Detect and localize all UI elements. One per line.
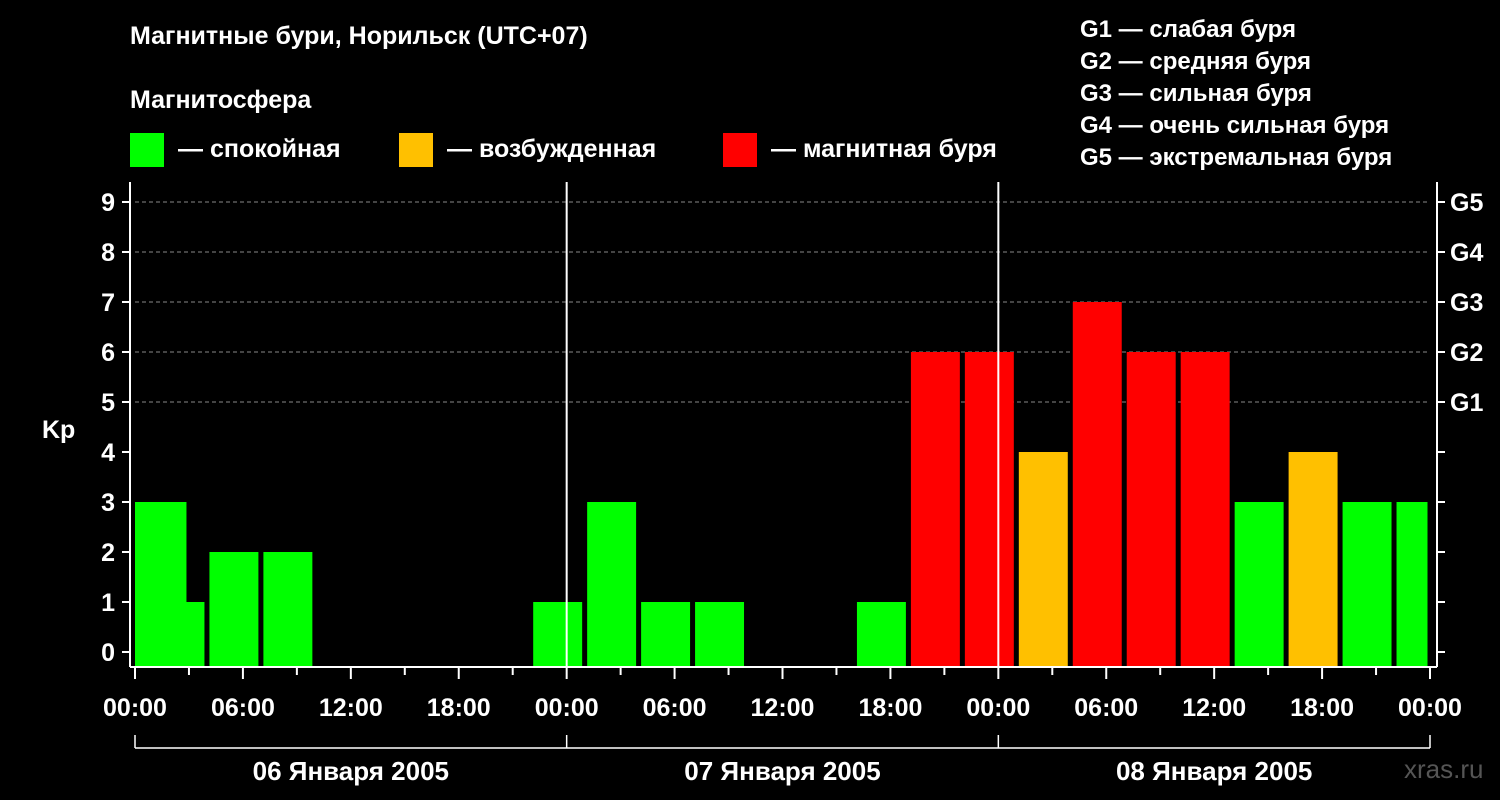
kp-bar	[1180, 352, 1230, 667]
y-tick-label: 4	[101, 439, 115, 467]
x-tick-label: 06:00	[1074, 694, 1138, 722]
watermark: xras.ru	[1404, 754, 1484, 784]
x-tick-label: 06:00	[643, 694, 707, 722]
right-axis-label: G1	[1450, 389, 1483, 417]
x-tick-label: 18:00	[427, 694, 491, 722]
kp-bar	[1018, 452, 1068, 667]
x-tick-label: 12:00	[319, 694, 383, 722]
kp-bar-chart: 0 1 2 3 4 5 6 7 8 9 G1 G2 G3 G4 G5 Kp 00:00 06:00 12:00 18:…	[42, 182, 1483, 786]
kp-bar	[587, 502, 637, 667]
day-label: 06 Января 2005	[253, 756, 449, 786]
right-axis-label: G2	[1450, 339, 1483, 367]
y-tick-label: 0	[101, 639, 115, 667]
day-label: 08 Января 2005	[1116, 756, 1312, 786]
kp-bar	[1234, 502, 1284, 667]
y-tick-label: 7	[101, 289, 115, 317]
y-tick-label: 3	[101, 489, 115, 517]
y-tick-label: 5	[101, 389, 115, 417]
right-axis-label: G4	[1450, 239, 1483, 267]
x-tick-label: 12:00	[751, 694, 815, 722]
kp-bar	[1126, 352, 1176, 667]
y-tick-label: 1	[101, 589, 115, 617]
right-axis-label: G5	[1450, 189, 1483, 217]
day-label: 07 Января 2005	[684, 756, 880, 786]
kp-bar	[155, 602, 205, 667]
y-tick-label: 8	[101, 239, 115, 267]
x-tick-label: 00:00	[535, 694, 599, 722]
kp-bar	[1396, 502, 1428, 667]
kp-bar	[695, 602, 745, 667]
kp-bar	[263, 552, 313, 667]
x-tick-label: 06:00	[211, 694, 275, 722]
x-tick-label: 12:00	[1182, 694, 1246, 722]
kp-bar	[209, 552, 259, 667]
kp-bar	[1072, 302, 1122, 667]
x-tick-label: 00:00	[103, 694, 167, 722]
right-axis-label: G3	[1450, 289, 1483, 317]
kp-bar	[533, 602, 583, 667]
x-tick-label: 18:00	[858, 694, 922, 722]
x-tick-label: 18:00	[1290, 694, 1354, 722]
y-tick-label: 6	[101, 339, 115, 367]
kp-bar	[1342, 502, 1392, 667]
y-axis-label: Kp	[42, 416, 75, 444]
y-tick-label: 9	[101, 189, 115, 217]
kp-bar	[910, 352, 960, 667]
kp-bar	[641, 602, 691, 667]
x-tick-label: 00:00	[1398, 694, 1462, 722]
kp-bar	[856, 602, 906, 667]
kp-bar	[964, 352, 1014, 667]
y-tick-label: 2	[101, 539, 115, 567]
kp-bar	[1288, 452, 1338, 667]
x-tick-label: 00:00	[966, 694, 1030, 722]
